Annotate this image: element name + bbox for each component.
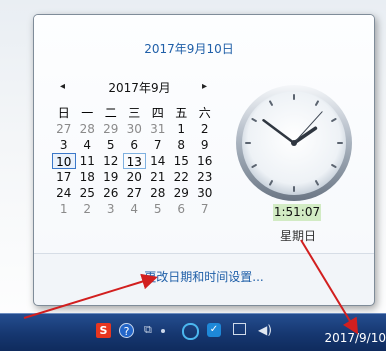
change-date-time-settings-link[interactable]: 更改日期和时间设置... xyxy=(34,268,374,285)
calendar-day[interactable]: 29 xyxy=(99,121,123,137)
calendar-day[interactable]: 5 xyxy=(99,137,123,153)
calendar-day[interactable]: 30 xyxy=(123,121,147,137)
calendar-day-highlighted[interactable]: 13 xyxy=(122,153,146,169)
calendar-day[interactable]: 18 xyxy=(76,169,100,185)
shield-icon[interactable]: ✓ xyxy=(207,323,221,337)
calendar-day[interactable]: 29 xyxy=(170,185,194,201)
calendar-day[interactable]: 4 xyxy=(123,201,147,217)
volume-icon[interactable]: ◀) xyxy=(258,323,272,337)
calendar-day[interactable]: 25 xyxy=(76,185,100,201)
calendar-day[interactable]: 8 xyxy=(170,137,194,153)
taskbar: S ? ⧉ ✓ ◀) 2017/9/10 xyxy=(0,313,386,351)
calendar-day[interactable]: 14 xyxy=(146,153,170,169)
calendar-day[interactable]: 11 xyxy=(76,153,100,169)
calendar-day[interactable]: 16 xyxy=(193,153,217,169)
weekday-header: 一 xyxy=(81,106,94,120)
calendar-day[interactable]: 30 xyxy=(193,185,217,201)
weekday-label: 星期日 xyxy=(279,229,316,243)
tray-app-icon[interactable]: ⧉ xyxy=(144,323,152,337)
calendar-day[interactable]: 6 xyxy=(123,137,147,153)
calendar-day[interactable]: 1 xyxy=(52,201,76,217)
weekday-header: 二 xyxy=(104,106,117,120)
tray-dot-icon[interactable] xyxy=(161,329,165,333)
calendar-day[interactable]: 19 xyxy=(99,169,123,185)
weekday-header: 五 xyxy=(175,106,188,120)
calendar-day[interactable]: 21 xyxy=(146,169,170,185)
digital-time: 1:51:07 xyxy=(273,204,321,221)
calendar-day[interactable]: 3 xyxy=(52,137,76,153)
weekday-header: 六 xyxy=(198,106,211,120)
sogou-ime-icon[interactable]: S xyxy=(96,323,111,338)
calendar-day[interactable]: 1 xyxy=(170,121,194,137)
calendar-day[interactable]: 12 xyxy=(99,153,123,169)
analog-clock-icon xyxy=(236,85,352,201)
weekday-header: 三 xyxy=(128,106,141,120)
tray-circle-icon[interactable] xyxy=(182,323,199,340)
calendar-day[interactable]: 31 xyxy=(146,121,170,137)
calendar-day[interactable]: 20 xyxy=(123,169,147,185)
calendar-day[interactable]: 24 xyxy=(52,185,76,201)
next-month-icon[interactable]: ▸ xyxy=(202,81,207,92)
calendar-day[interactable]: 15 xyxy=(170,153,194,169)
calendar-day[interactable]: 7 xyxy=(146,137,170,153)
help-icon[interactable]: ? xyxy=(119,323,134,338)
calendar-day[interactable]: 23 xyxy=(193,169,217,185)
date-time-popup: 2017年9月10日 ◂ 2017年9月 ▸ 日 一 二 三 四 五 六 27 … xyxy=(33,14,375,306)
calendar-day[interactable]: 6 xyxy=(170,201,194,217)
calendar-day[interactable]: 27 xyxy=(52,121,76,137)
month-title[interactable]: 2017年9月 xyxy=(52,79,227,96)
calendar-grid: 日 一 二 三 四 五 六 27 28 29 30 31 1 2 3 4 5 6… xyxy=(52,105,217,217)
divider xyxy=(34,253,374,254)
weekday-header: 日 xyxy=(57,106,70,120)
calendar-day[interactable]: 5 xyxy=(146,201,170,217)
long-date-link[interactable]: 2017年9月10日 xyxy=(34,40,344,57)
calendar-day[interactable]: 7 xyxy=(193,201,217,217)
calendar-day[interactable]: 3 xyxy=(99,201,123,217)
calendar-day-selected[interactable]: 10 xyxy=(52,153,76,169)
calendar-day[interactable]: 2 xyxy=(76,201,100,217)
network-icon[interactable] xyxy=(233,323,246,335)
calendar-day[interactable]: 9 xyxy=(193,137,217,153)
calendar-day[interactable]: 26 xyxy=(99,185,123,201)
calendar-day[interactable]: 22 xyxy=(170,169,194,185)
calendar-day[interactable]: 2 xyxy=(193,121,217,137)
weekday-header: 四 xyxy=(151,106,164,120)
calendar-day[interactable]: 17 xyxy=(52,169,76,185)
calendar-day[interactable]: 27 xyxy=(123,185,147,201)
taskbar-date[interactable]: 2017/9/10 xyxy=(306,331,386,345)
calendar-day[interactable]: 28 xyxy=(146,185,170,201)
calendar-day[interactable]: 28 xyxy=(76,121,100,137)
calendar-day[interactable]: 4 xyxy=(76,137,100,153)
